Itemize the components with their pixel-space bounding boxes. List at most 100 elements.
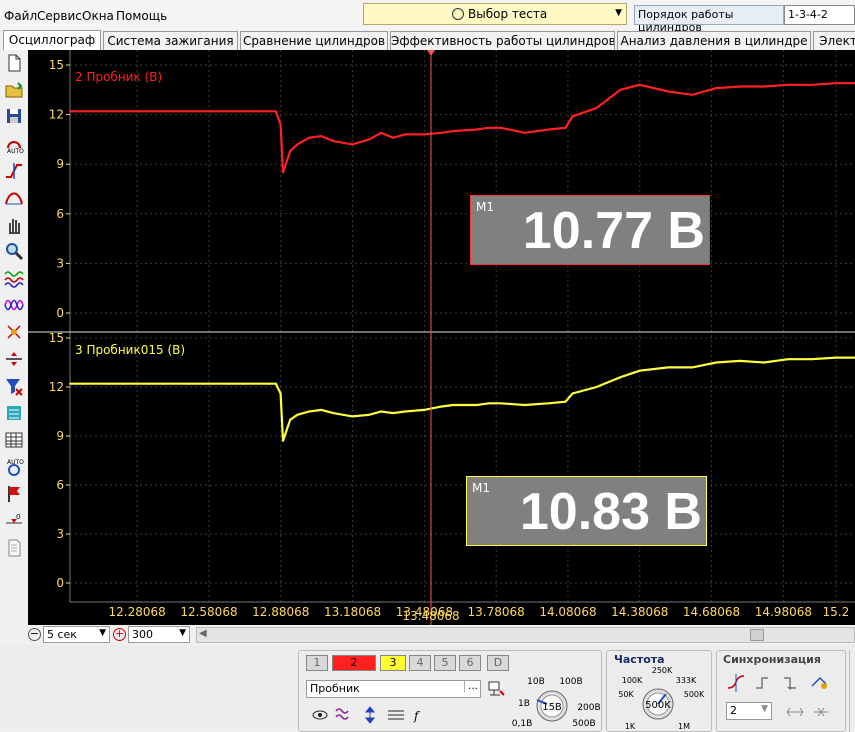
sync-channel-select[interactable]: 2 ▼ xyxy=(726,702,772,720)
probe-field[interactable]: Пробник … xyxy=(306,680,481,698)
oscilloscope-view[interactable]: 12.28068 12.58068 12.88068 13.18068 13.48068… xyxy=(28,50,855,625)
data-point xyxy=(638,369,641,372)
x-tick-label: 12.88068 xyxy=(252,605,309,619)
horizontal-scrollbar[interactable]: ◀ xyxy=(196,627,855,643)
tab-cylinder-comparison[interactable]: Сравнение цилиндров xyxy=(240,31,388,50)
volt-label: 100В xyxy=(559,677,582,687)
vertical-cursor-icon[interactable] xyxy=(4,349,24,369)
menu-windows[interactable]: Окна xyxy=(82,9,114,23)
waveform-overlay-icon[interactable] xyxy=(4,268,24,288)
data-point xyxy=(487,126,490,129)
data-point xyxy=(404,410,407,413)
wave-style-icon[interactable] xyxy=(335,708,349,720)
y-tick-label: 12 xyxy=(49,380,64,394)
channel-button-1[interactable]: 1 xyxy=(306,655,328,671)
data-point xyxy=(332,412,335,415)
count-select[interactable]: 300 ▼ xyxy=(128,626,190,643)
sync-arrows xyxy=(786,707,828,717)
eye-icon[interactable] xyxy=(312,710,328,720)
tab-cylinder-efficiency[interactable]: Эффективность работы цилиндров xyxy=(390,31,615,50)
voltage-knob[interactable]: 15В 10В 100В 1В 200В 0,1В 500В xyxy=(510,648,602,728)
open-folder-icon[interactable] xyxy=(4,80,24,100)
zoom-icon[interactable] xyxy=(4,241,24,261)
left-toolbar: AUTO AUTO 0 xyxy=(0,50,38,625)
series-line-channel-2 xyxy=(70,82,855,173)
auto-scale-icon[interactable]: AUTO xyxy=(4,134,24,154)
document-icon[interactable] xyxy=(4,538,24,558)
x-tick-label: 15.2 xyxy=(822,605,849,619)
chevron-down-icon: ▼ xyxy=(179,628,186,638)
time-cursor-handle[interactable] xyxy=(427,50,435,56)
count-value: 300 xyxy=(132,628,153,641)
cross-cursor-icon[interactable] xyxy=(4,322,24,342)
scrollbar-thumb[interactable] xyxy=(750,629,764,641)
hand-pan-icon[interactable] xyxy=(4,215,24,235)
channel-button-5[interactable]: 5 xyxy=(434,655,456,671)
expand-icon[interactable] xyxy=(786,707,804,717)
voltage-knob-value: 15В xyxy=(542,702,562,713)
vertical-position-icon[interactable] xyxy=(364,706,376,724)
probe-field-value: Пробник xyxy=(310,682,360,695)
zoom-out-icon[interactable]: − xyxy=(28,628,41,641)
line-width-icon[interactable] xyxy=(388,710,404,720)
channel-2-measurement-box[interactable]: M1 10.77 В xyxy=(470,195,710,265)
tab-ignition-system[interactable]: Система зажигания xyxy=(103,31,238,50)
curve-icon[interactable] xyxy=(4,188,24,208)
menu-help[interactable]: Помощь xyxy=(116,9,167,23)
data-point xyxy=(499,126,502,129)
data-point xyxy=(423,408,426,411)
data-point xyxy=(308,410,311,413)
rising-edge-icon[interactable] xyxy=(4,161,24,181)
positive-trigger-icon[interactable] xyxy=(756,677,768,689)
channel-button-4[interactable]: 4 xyxy=(409,655,431,671)
new-file-icon[interactable] xyxy=(4,53,24,73)
data-point xyxy=(69,382,71,385)
data-point xyxy=(667,90,670,93)
table-icon[interactable] xyxy=(4,430,24,450)
data-point xyxy=(289,418,292,421)
channel-button-3[interactable]: 3 xyxy=(380,655,406,671)
data-point xyxy=(691,93,694,96)
tab-bar: Осциллограф Система зажигания Сравнение … xyxy=(0,30,855,51)
frequency-knob[interactable]: 500K 250K 100K 333K 50K 500K 1K 1M xyxy=(614,663,710,731)
y-tick-label: 6 xyxy=(56,478,64,492)
save-icon[interactable] xyxy=(4,106,24,126)
test-select-dropdown[interactable]: Выбор теста ▼ xyxy=(363,3,627,25)
data-point xyxy=(351,143,354,146)
channel-3-measurement-box[interactable]: M1 10.83 В xyxy=(466,476,707,546)
math-function-icon[interactable]: f xyxy=(413,709,421,723)
more-options-icon[interactable]: … xyxy=(464,681,478,692)
multi-wave-icon[interactable] xyxy=(4,295,24,315)
negative-trigger-icon[interactable] xyxy=(784,677,796,690)
channel-button-2[interactable]: 2 xyxy=(332,655,376,671)
rising-edge-trigger-icon[interactable] xyxy=(727,674,745,692)
flag-marker-icon[interactable] xyxy=(4,484,24,504)
channel-list-icon[interactable] xyxy=(4,403,24,423)
cylinder-order-input[interactable]: 1-3-4-2 xyxy=(784,5,855,25)
timebase-bar: − 5 сек ▼ + 300 ▼ ◀ xyxy=(28,625,855,645)
filter-icon[interactable] xyxy=(4,376,24,396)
data-point xyxy=(715,87,718,90)
menu-service[interactable]: Сервис xyxy=(37,9,82,23)
collapse-icon[interactable] xyxy=(814,707,828,717)
zoom-in-icon[interactable]: + xyxy=(113,628,126,641)
tab-electrical[interactable]: Элект xyxy=(813,31,855,50)
channel-button-6[interactable]: 6 xyxy=(459,655,481,671)
channel-2-measurement-value: 10.77 В xyxy=(522,202,705,260)
volt-label: 10В xyxy=(527,677,545,687)
probe-settings-icon[interactable] xyxy=(486,679,506,699)
y-tick-label: 3 xyxy=(56,527,64,541)
channel-button-d[interactable]: D xyxy=(487,655,509,671)
menu-file[interactable]: Файл xyxy=(4,9,37,23)
tab-cylinder-pressure[interactable]: Анализ давления в цилиндре xyxy=(617,31,811,50)
channel-3-label: 3 Пробник015 (В) xyxy=(75,343,185,357)
data-point xyxy=(834,82,837,85)
scroll-left-icon[interactable]: ◀ xyxy=(199,628,207,639)
y-tick-label: 15 xyxy=(49,58,64,72)
zero-marker-icon[interactable]: 0 xyxy=(4,511,24,531)
auto-measure-icon[interactable]: AUTO xyxy=(4,457,24,477)
tab-oscilloscope[interactable]: Осциллограф xyxy=(3,30,101,51)
x-tick-label: 14.38068 xyxy=(611,605,668,619)
timebase-select[interactable]: 5 сек ▼ xyxy=(43,626,110,643)
auto-trigger-icon[interactable] xyxy=(811,676,827,689)
